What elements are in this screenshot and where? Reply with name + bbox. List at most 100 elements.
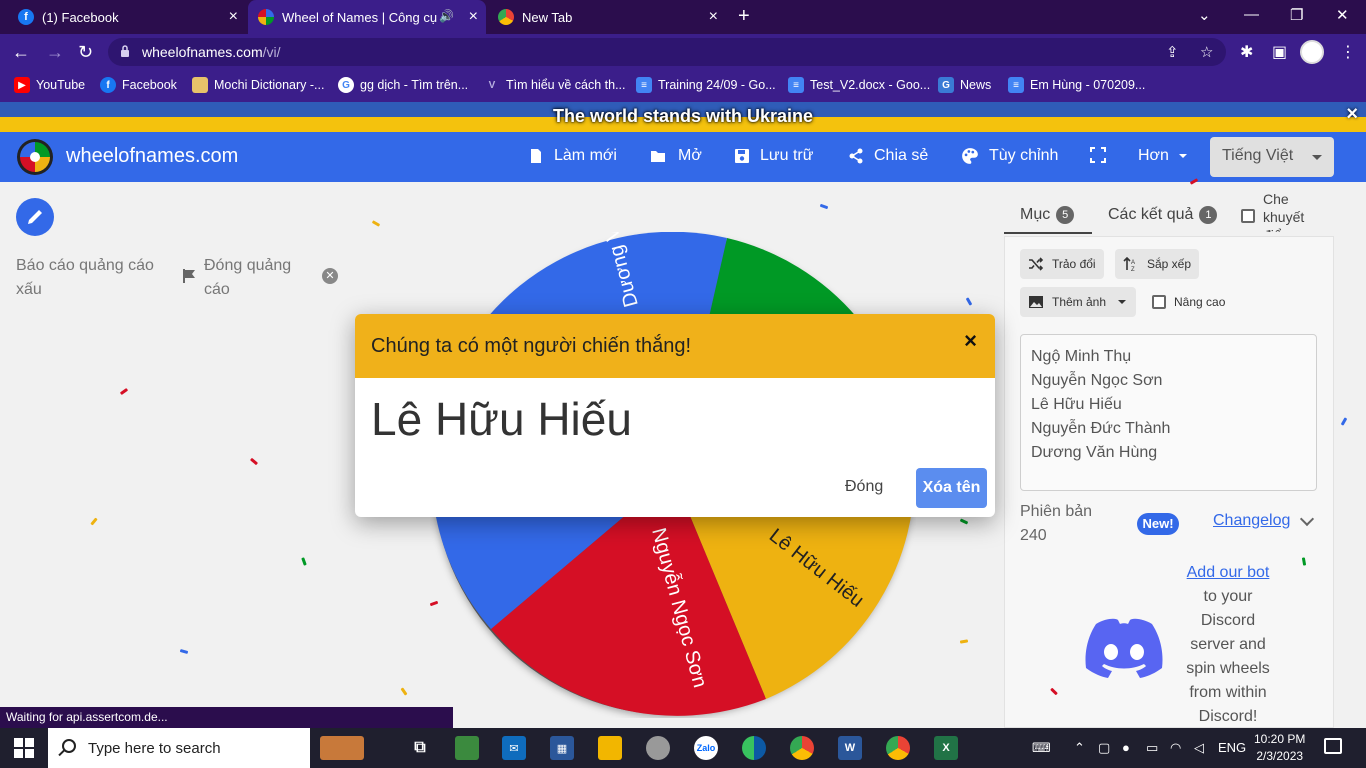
discord-text-line: to your bbox=[1203, 588, 1253, 605]
tab-results[interactable]: Các kết quả 1 bbox=[1108, 206, 1218, 224]
new-tab-button[interactable]: + bbox=[738, 6, 750, 26]
keyboard-icon[interactable]: ⌨ bbox=[1032, 740, 1051, 756]
reload-icon[interactable]: ↻ bbox=[78, 42, 93, 62]
lock-icon[interactable] bbox=[120, 45, 130, 57]
shuffle-button[interactable]: Trảo đổi bbox=[1020, 249, 1104, 279]
close-tab-icon[interactable]: × bbox=[229, 8, 238, 26]
zalo-icon[interactable]: Zalo bbox=[694, 736, 718, 760]
discord-promo: Add our bot to your Discord server and s… bbox=[1180, 561, 1276, 729]
fullscreen-button[interactable] bbox=[1090, 147, 1116, 163]
add-image-button[interactable]: Thêm ảnh bbox=[1020, 287, 1136, 317]
report-ad-link[interactable]: Báo cáo quảng cáo xấu bbox=[16, 254, 176, 302]
close-window-icon[interactable]: ✕ bbox=[1336, 6, 1349, 24]
tab-search-icon[interactable]: ⌄ bbox=[1198, 6, 1211, 24]
tab-title: Wheel of Names | Công cụ c bbox=[282, 9, 442, 25]
more-menu-button[interactable]: Hơn bbox=[1138, 147, 1187, 165]
flag-icon bbox=[183, 269, 195, 283]
mail-icon[interactable]: ✉ bbox=[502, 736, 526, 760]
bookmark-training[interactable]: ≡ Training 24/09 - Go... bbox=[636, 77, 776, 93]
app-icon[interactable] bbox=[455, 736, 479, 760]
file-explorer-icon[interactable] bbox=[598, 736, 622, 760]
bookmark-mochi[interactable]: Mochi Dictionary -... bbox=[192, 77, 324, 93]
bookmark-star-icon[interactable]: ☆ bbox=[1200, 43, 1213, 61]
bookmark-youtube[interactable]: ▶ YouTube bbox=[14, 77, 85, 93]
store-icon[interactable]: ▦ bbox=[550, 736, 574, 760]
extensions-icon[interactable]: ✱ bbox=[1240, 42, 1253, 62]
forward-icon[interactable]: → bbox=[46, 42, 64, 62]
close-ad-icon[interactable]: ✕ bbox=[322, 268, 338, 284]
add-bot-link[interactable]: Add our bot bbox=[1180, 561, 1276, 585]
minimize-icon[interactable]: — bbox=[1244, 6, 1259, 23]
chrome-icon[interactable] bbox=[790, 736, 814, 760]
save-button[interactable]: Lưu trữ bbox=[734, 147, 813, 165]
wheel-logo-icon[interactable] bbox=[16, 138, 54, 176]
bookmark-facebook[interactable]: f Facebook bbox=[100, 77, 177, 93]
app-icon[interactable] bbox=[646, 736, 670, 760]
profile-avatar[interactable] bbox=[1300, 40, 1324, 64]
url-text[interactable]: wheelofnames.com/vi/ bbox=[142, 44, 281, 60]
edit-button[interactable] bbox=[16, 198, 54, 236]
side-panel-icon[interactable]: ▣ bbox=[1272, 42, 1287, 62]
brand-name[interactable]: wheelofnames.com bbox=[66, 145, 238, 168]
clock[interactable]: 10:20 PM 2/3/2023 bbox=[1254, 731, 1305, 765]
back-icon[interactable]: ← bbox=[12, 42, 30, 62]
tab-wheel-of-names[interactable]: Wheel of Names | Công cụ c 🔊 × bbox=[248, 0, 486, 34]
chrome-menu-icon[interactable]: ⋮ bbox=[1340, 42, 1356, 62]
bookmark-label: Em Hùng - 070209... bbox=[1030, 78, 1146, 92]
language-select[interactable]: Tiếng Việt bbox=[1210, 137, 1334, 177]
close-ad-link[interactable]: Đóng quảng cáo bbox=[204, 254, 314, 302]
hide-checkbox[interactable] bbox=[1241, 209, 1255, 223]
tab-entries[interactable]: Mục 5 bbox=[1020, 206, 1075, 224]
open-button[interactable]: Mở bbox=[648, 147, 702, 165]
task-view-icon[interactable]: ⧉ bbox=[408, 736, 432, 760]
bookmark-test-v2[interactable]: ≡ Test_V2.docx - Goo... bbox=[788, 77, 930, 93]
volume-icon[interactable]: ◁ bbox=[1194, 740, 1204, 756]
notification-icon[interactable] bbox=[1324, 738, 1342, 754]
speaker-icon[interactable]: 🔊 bbox=[439, 9, 454, 23]
customize-button[interactable]: Tùy chỉnh bbox=[961, 147, 1058, 165]
close-tab-icon[interactable]: × bbox=[709, 8, 718, 26]
close-icon[interactable]: × bbox=[964, 328, 977, 354]
share-page-icon[interactable]: ⇪ bbox=[1166, 43, 1179, 61]
windows-start-icon[interactable] bbox=[14, 738, 34, 758]
dialog-header: Chúng ta có một người chiến thắng! × bbox=[355, 314, 995, 378]
wifi-icon[interactable]: ◠ bbox=[1170, 740, 1181, 756]
bookmark-news[interactable]: G News bbox=[938, 77, 991, 93]
changelog-link[interactable]: Changelog bbox=[1213, 512, 1290, 530]
close-tab-icon[interactable]: × bbox=[469, 8, 478, 26]
close-button[interactable]: Đóng bbox=[845, 478, 883, 496]
restore-icon[interactable]: ❐ bbox=[1290, 6, 1303, 24]
taskbar-search[interactable]: Type here to search bbox=[48, 728, 310, 768]
news-icon: G bbox=[938, 77, 954, 93]
gdocs-icon: ≡ bbox=[1008, 77, 1024, 93]
language-indicator[interactable]: ENG bbox=[1218, 740, 1246, 755]
share-button[interactable]: Chia sẻ bbox=[848, 147, 928, 165]
chrome-profile-icon[interactable] bbox=[886, 736, 910, 760]
battery-icon[interactable]: ▭ bbox=[1146, 740, 1158, 756]
microphone-icon[interactable]: ● bbox=[1122, 740, 1130, 755]
names-textarea[interactable]: Ngộ Minh Thụ Nguyễn Ngọc Sơn Lê Hữu Hiếu… bbox=[1020, 334, 1317, 491]
folder-icon bbox=[651, 151, 665, 162]
word-icon[interactable]: W bbox=[838, 736, 862, 760]
news-widget-icon[interactable] bbox=[320, 736, 364, 760]
bookmark-gg-dich[interactable]: Ggg dịch - Tìm trên... bbox=[338, 77, 468, 93]
new-button[interactable]: Làm mới bbox=[528, 147, 617, 165]
excel-icon[interactable]: X bbox=[934, 736, 958, 760]
chevron-up-icon[interactable]: ⌃ bbox=[1074, 740, 1085, 756]
camera-icon[interactable]: ▢ bbox=[1098, 740, 1110, 756]
sort-icon: AZ bbox=[1123, 257, 1135, 271]
edge-icon[interactable] bbox=[742, 736, 766, 760]
bookmark-tim-hieu[interactable]: V Tìm hiểu về cách th... bbox=[484, 77, 626, 93]
discord-text-line: Discord bbox=[1200, 612, 1256, 629]
bookmark-em-hung[interactable]: ≡ Em Hùng - 070209... bbox=[1008, 77, 1145, 93]
facebook-icon: f bbox=[100, 77, 116, 93]
remove-name-button[interactable]: Xóa tên bbox=[916, 468, 987, 508]
banner-close-icon[interactable]: × bbox=[1346, 103, 1358, 126]
tab-new-tab[interactable]: New Tab × bbox=[488, 0, 726, 34]
advanced-checkbox[interactable] bbox=[1152, 295, 1166, 309]
more-label: Hơn bbox=[1138, 147, 1169, 164]
tab-facebook[interactable]: f (1) Facebook × bbox=[8, 0, 246, 34]
tab-entries-label: Mục bbox=[1020, 206, 1051, 223]
sort-button[interactable]: AZ Sắp xếp bbox=[1115, 249, 1200, 279]
omnibox[interactable]: wheelofnames.com/vi/ ⇪ ☆ bbox=[108, 38, 1226, 66]
